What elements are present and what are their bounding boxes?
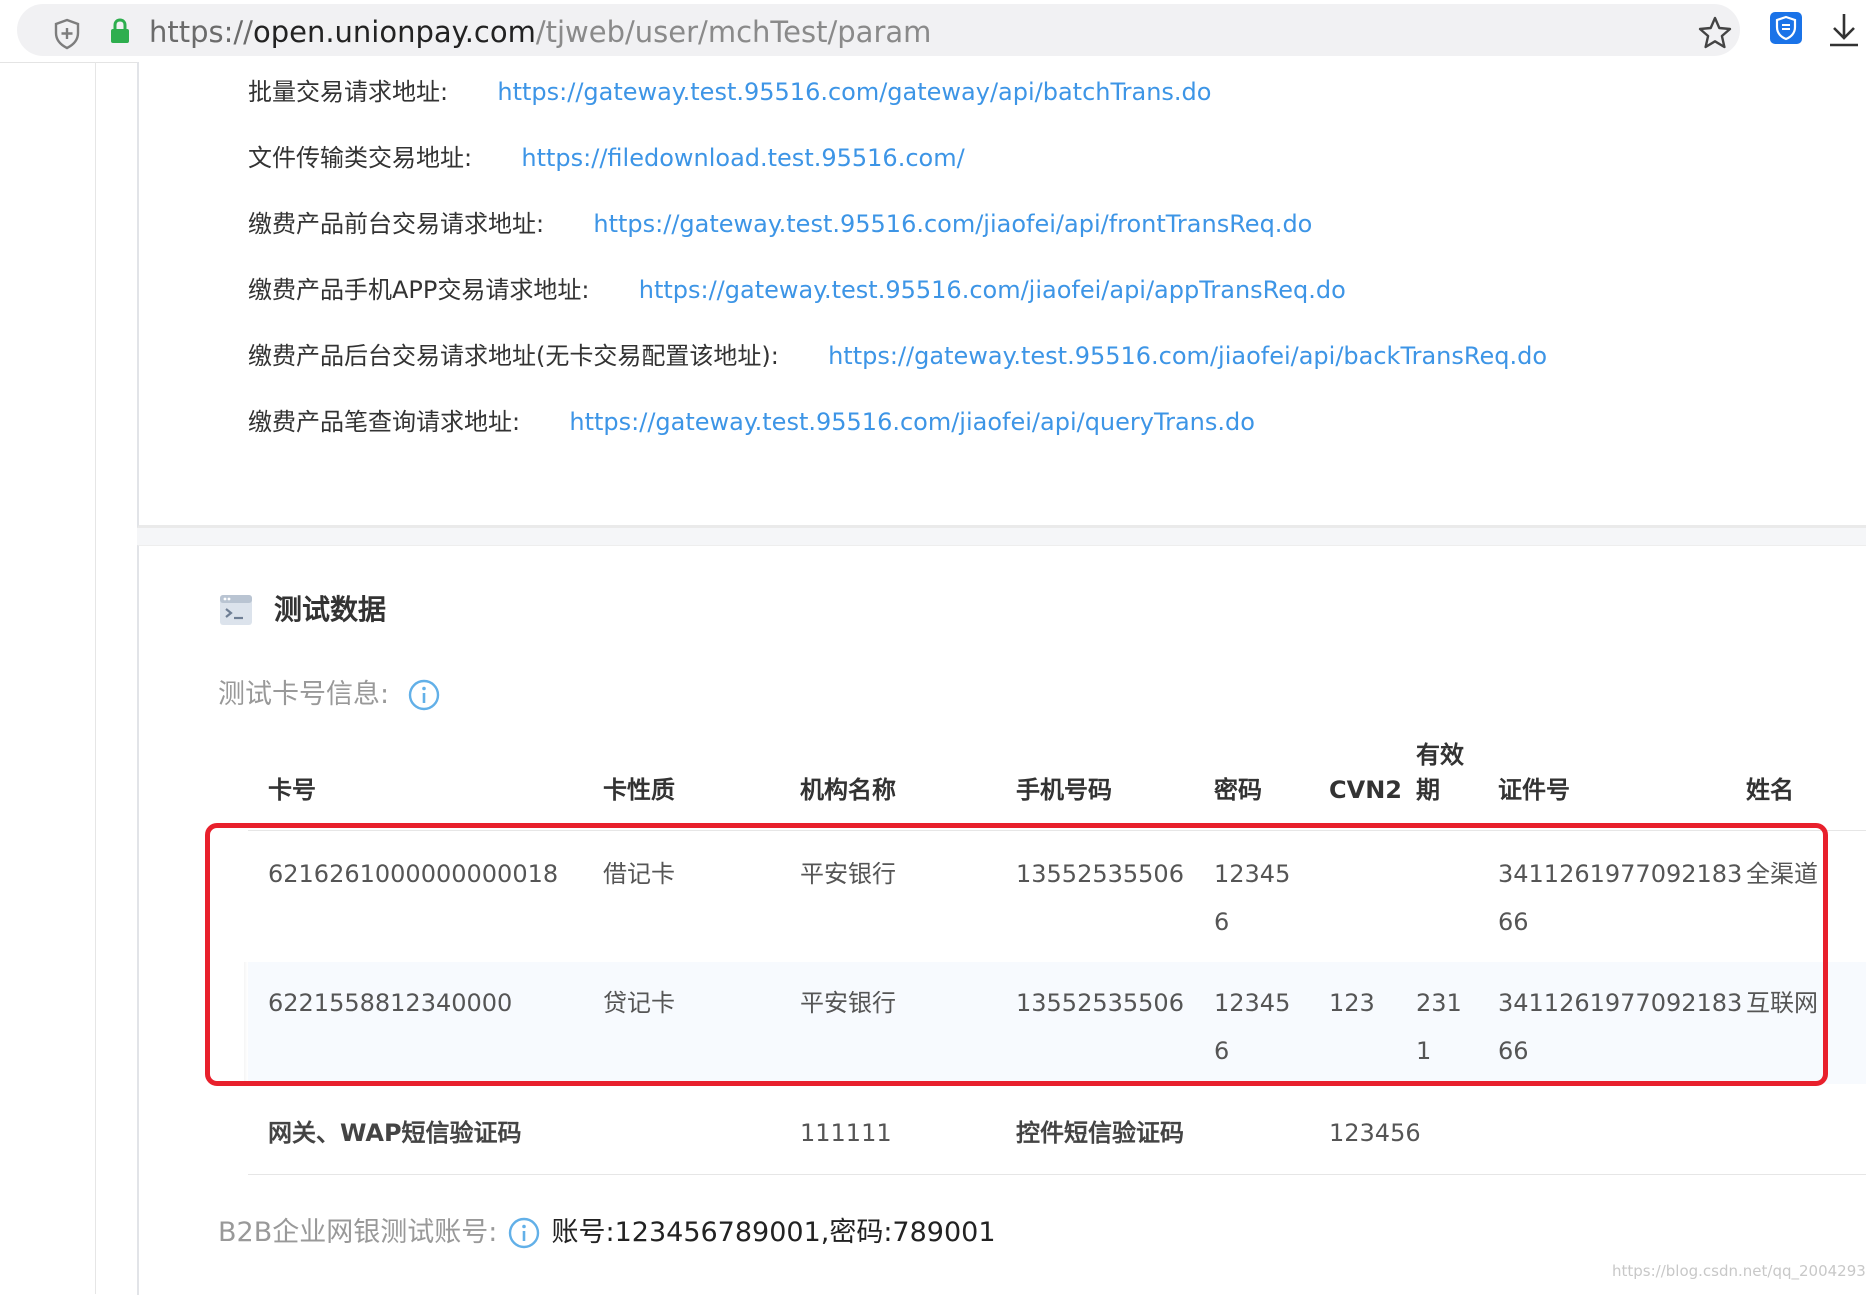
address-row: 文件传输类交易地址: https://filedownload.test.955…	[248, 138, 965, 178]
gateway-sms-code: 111111	[800, 1119, 892, 1147]
address-row: 缴费产品手机APP交易请求地址: https://gateway.test.95…	[248, 270, 1346, 310]
column-header-name: 姓名	[1746, 776, 1794, 804]
address-label: 缴费产品后台交易请求地址(无卡交易配置该地址):	[248, 342, 779, 370]
column-header-id-no: 证件号	[1498, 776, 1570, 804]
left-rail	[95, 62, 96, 1294]
info-icon[interactable]	[408, 679, 440, 711]
column-header-expiry-cont: 期	[1416, 776, 1440, 804]
shield-icon[interactable]	[53, 18, 81, 50]
address-link[interactable]: https://gateway.test.95516.com/jiaofei/a…	[593, 210, 1312, 238]
column-header-password: 密码	[1214, 776, 1262, 804]
download-icon[interactable]	[1826, 11, 1862, 49]
address-link[interactable]: https://gateway.test.95516.com/jiaofei/a…	[569, 408, 1255, 436]
address-label: 文件传输类交易地址:	[248, 144, 473, 172]
b2b-value: 账号:123456789001,密码:789001	[551, 1217, 996, 1248]
b2b-account-row: B2B企业网银测试账号: 账号:123456789001,密码:789001	[218, 1213, 996, 1253]
address-label: 缴费产品手机APP交易请求地址:	[248, 276, 590, 304]
address-row: 缴费产品后台交易请求地址(无卡交易配置该地址): https://gateway…	[248, 336, 1547, 376]
table-bottom-divider	[248, 1174, 1866, 1175]
column-header-bank: 机构名称	[800, 776, 896, 804]
url-path: /tjweb/user/mchTest/param	[535, 15, 932, 49]
highlight-box	[205, 823, 1828, 1086]
address-link[interactable]: https://gateway.test.95516.com/jiaofei/a…	[828, 342, 1547, 370]
address-label: 缴费产品笔查询请求地址:	[248, 408, 521, 436]
column-header-card-type: 卡性质	[603, 776, 675, 804]
column-header-expiry: 有效	[1416, 741, 1464, 769]
widget-sms-label: 控件短信验证码	[1016, 1119, 1184, 1147]
address-bar[interactable]: https://open.unionpay.com/tjweb/user/mch…	[17, 4, 1740, 56]
url-text[interactable]: https://open.unionpay.com/tjweb/user/mch…	[149, 14, 931, 50]
address-row: 缴费产品前台交易请求地址: https://gateway.test.95516…	[248, 204, 1312, 244]
column-header-card-no: 卡号	[268, 776, 316, 804]
lock-icon[interactable]	[109, 18, 131, 44]
address-link[interactable]: https://gateway.test.95516.com/gateway/a…	[497, 78, 1211, 106]
widget-sms-code: 123456	[1329, 1119, 1421, 1147]
card-info-label: 测试卡号信息:	[218, 679, 390, 710]
column-header-cvn2: CVN2	[1329, 776, 1402, 804]
terminal-icon	[220, 595, 252, 625]
address-label: 缴费产品前台交易请求地址:	[248, 210, 545, 238]
section-title: 测试数据	[274, 593, 387, 626]
section-gap	[137, 528, 1866, 545]
gateway-sms-label: 网关、WAP短信验证码	[268, 1119, 522, 1147]
address-row: 批量交易请求地址: https://gateway.test.95516.com…	[248, 72, 1211, 112]
url-scheme: https://	[149, 15, 253, 49]
browser-toolbar: https://open.unionpay.com/tjweb/user/mch…	[0, 0, 1866, 63]
url-host: open.unionpay.com	[252, 15, 536, 49]
watermark: https://blog.csdn.net/qq_20042935	[1612, 1262, 1866, 1280]
column-header-phone: 手机号码	[1016, 776, 1112, 804]
b2b-label: B2B企业网银测试账号:	[218, 1217, 498, 1248]
extension-icon[interactable]	[1769, 11, 1803, 45]
address-link[interactable]: https://gateway.test.95516.com/jiaofei/a…	[639, 276, 1346, 304]
address-row: 缴费产品笔查询请求地址: https://gateway.test.95516.…	[248, 402, 1255, 442]
address-label: 批量交易请求地址:	[248, 78, 449, 106]
info-icon[interactable]	[508, 1217, 540, 1249]
address-link[interactable]: https://filedownload.test.95516.com/	[521, 144, 964, 172]
star-icon[interactable]	[1697, 15, 1733, 51]
card-info-header: 测试卡号信息:	[218, 675, 440, 715]
